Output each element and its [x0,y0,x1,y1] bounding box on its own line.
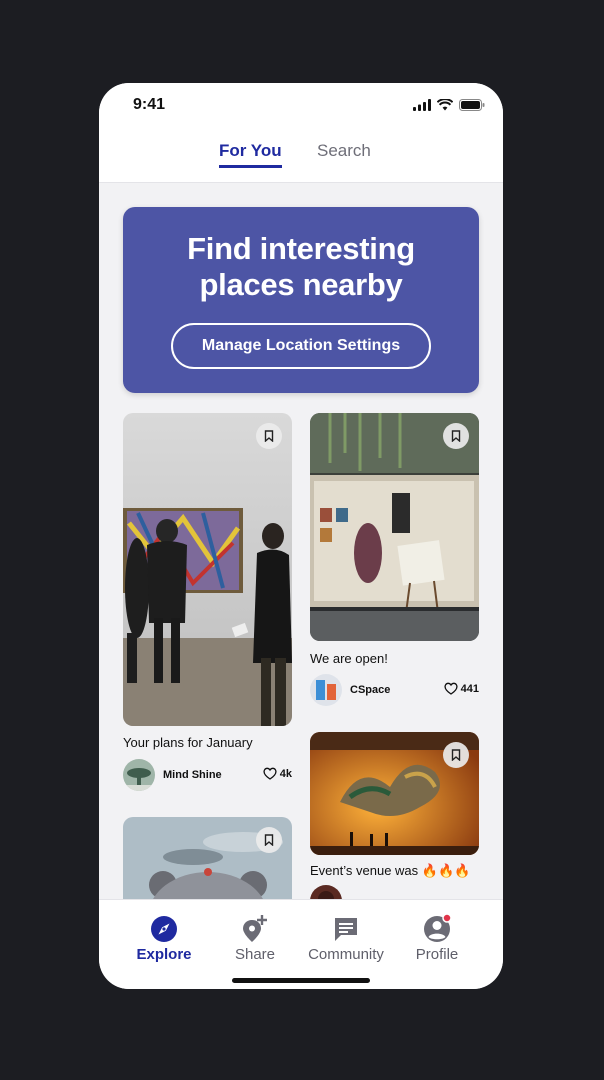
like-count: 4k [279,767,292,780]
nav-share[interactable]: Share [210,914,300,963]
nav-label: Explore [136,946,192,963]
post-image-gallery-storefront[interactable] [310,413,479,641]
status-bar: 9:41 [99,83,503,127]
bottom-navigation: Explore Share Community Profile [99,899,503,989]
account-icon [424,914,452,942]
bookmark-icon [264,430,274,442]
post-meta: CSpace 441 [310,673,479,707]
heart-icon [444,682,458,695]
banner-title: Find interesting places nearby [123,231,479,303]
notification-badge [442,914,452,923]
nav-label: Profile [415,946,459,963]
post-image-dragon-sculpture[interactable] [310,732,479,855]
post-caption: Event’s venue was 🔥🔥🔥 [310,863,471,878]
bookmark-icon [264,834,274,846]
bookmark-button[interactable] [443,742,469,768]
gallery-photo [123,413,292,726]
post-caption: Your plans for January [123,735,253,750]
bookmark-button[interactable] [256,423,282,449]
nav-community[interactable]: Community [301,914,391,963]
wifi-icon [437,99,453,111]
tab-for-you[interactable]: For You [219,141,282,168]
add-location-icon [243,915,267,942]
manage-location-settings-button[interactable]: Manage Location Settings [171,323,431,369]
banner-title-line-2: places nearby [199,267,403,302]
bookmark-button[interactable] [443,423,469,449]
nav-explore[interactable]: Explore [119,914,209,963]
bookmark-icon [451,430,461,442]
nav-profile[interactable]: Profile [392,914,482,963]
like-button[interactable]: 4k [263,767,292,780]
post-author[interactable]: Mind Shine [163,769,222,781]
location-banner: Find interesting places nearby Manage Lo… [123,207,479,393]
nav-label: Community [308,946,384,963]
battery-icon [459,99,485,111]
bookmark-button[interactable] [256,827,282,853]
avatar[interactable] [310,674,342,706]
nav-label: Share [234,946,276,963]
post-image-gallery-visitors[interactable] [123,413,292,726]
chat-icon [335,918,357,941]
avatar[interactable] [123,759,155,791]
banner-title-line-1: Find interesting [187,231,415,266]
bookmark-icon [451,749,461,761]
post-meta: Mind Shine 4k [123,758,292,792]
post-caption: We are open! [310,651,388,666]
like-count: 441 [460,682,479,695]
heart-icon [263,767,277,780]
status-icons [413,99,485,111]
home-indicator[interactable] [232,978,370,983]
status-time: 9:41 [133,96,166,113]
signal-icon [413,99,431,111]
top-tabs: For You Search [99,127,503,183]
phone-screen: 9:41 For You Search Find interesting pla… [99,83,503,989]
compass-icon [151,916,177,942]
like-button[interactable]: 441 [444,682,479,695]
tab-search[interactable]: Search [317,141,371,161]
post-author[interactable]: CSpace [350,684,390,696]
